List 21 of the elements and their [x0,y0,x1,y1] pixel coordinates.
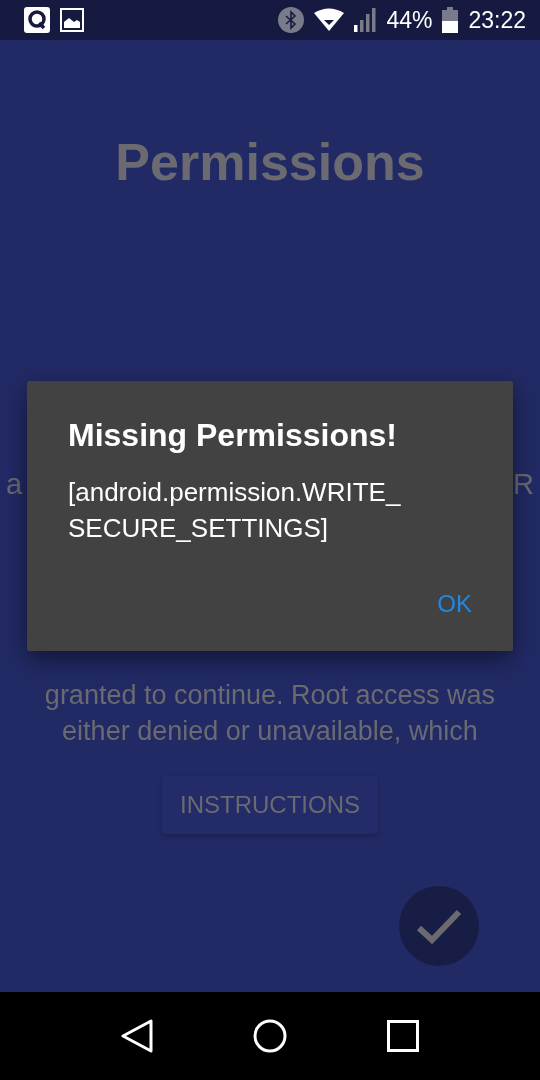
battery-icon [442,7,459,33]
home-icon [253,1019,287,1053]
ok-button[interactable]: OK [423,584,486,624]
page-title: Permissions [115,136,425,188]
app-q-icon [24,7,50,33]
bluetooth-icon [278,7,305,33]
check-icon [416,908,462,944]
dialog-message: [android.permission.WRITE_ SECURE_SETTINGS] [68,476,402,545]
wifi-icon [314,8,345,32]
image-icon [60,8,84,32]
covered-text-fragment: a [6,468,23,501]
instructions-button[interactable]: INSTRUCTIONS [162,776,378,834]
battery-percent: 44% [386,6,433,34]
recents-icon [387,1020,420,1052]
permissions-message-line: either denied or unavailable, which [62,715,478,748]
permissions-message-line: granted to continue. Root access was [44,679,496,712]
dialog-title: Missing Permissions! [68,417,398,454]
signal-icon [354,8,377,32]
clock-time: 23:22 [468,6,526,34]
back-icon [120,1019,153,1053]
covered-text-fragment: R [513,468,534,501]
